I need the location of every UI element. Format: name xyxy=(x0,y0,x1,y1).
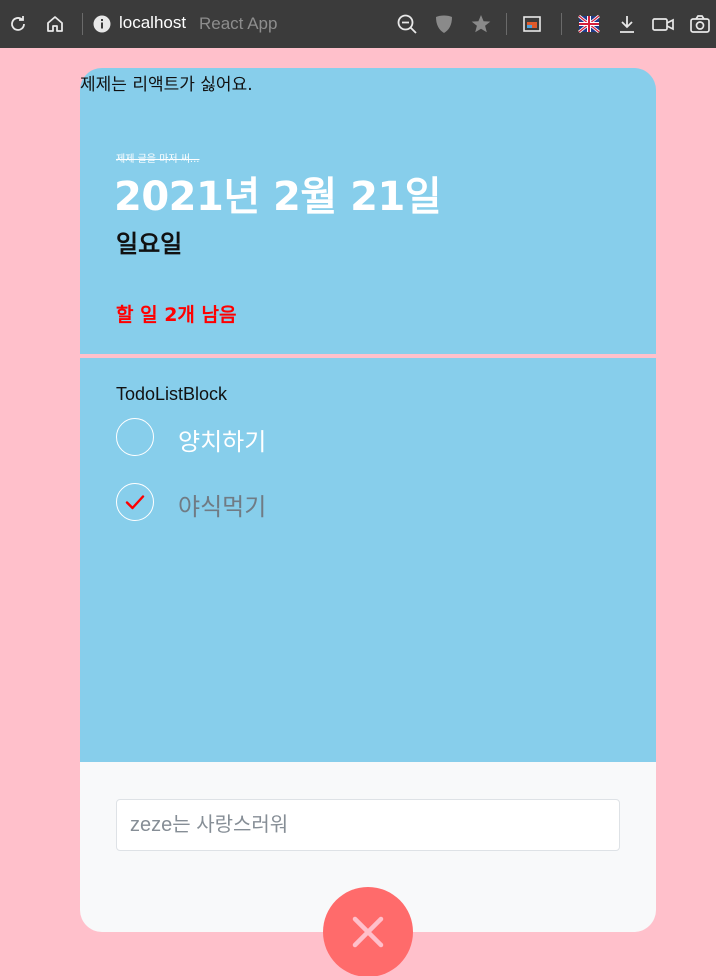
day-label: 일요일 xyxy=(116,230,183,258)
info-icon[interactable] xyxy=(90,12,114,36)
check-circle[interactable] xyxy=(116,483,154,521)
screenshot-icon[interactable] xyxy=(688,12,712,36)
browser-toolbar: localhost React App xyxy=(0,0,716,48)
todo-item[interactable]: 양치하기 xyxy=(116,418,636,458)
tab-title: React App xyxy=(199,14,278,33)
star-icon[interactable] xyxy=(469,12,493,36)
reload-icon[interactable] xyxy=(6,12,30,36)
close-form-button[interactable] xyxy=(323,887,413,976)
todo-item[interactable]: 야식먹기 xyxy=(116,483,636,523)
toolbar-separator xyxy=(506,13,507,35)
download-icon[interactable] xyxy=(615,12,639,36)
toolbar-separator xyxy=(82,13,83,35)
todo-text: 양치하기 xyxy=(178,428,267,456)
tasks-left-count: 할 일 2개 남음 xyxy=(116,304,237,326)
extension-icon[interactable] xyxy=(520,12,544,36)
close-icon xyxy=(351,915,385,949)
home-icon[interactable] xyxy=(43,12,67,36)
todo-text: 야식먹기 xyxy=(178,493,267,521)
todo-template: 제제 글을 마저 써... 2021년 2월 21일 일요일 할 일 2개 남음… xyxy=(80,68,656,932)
flag-icon[interactable] xyxy=(577,12,601,36)
address-host[interactable]: localhost xyxy=(119,13,186,33)
camera-icon[interactable] xyxy=(651,12,675,36)
top-caption: 제제는 리액트가 싫어요. xyxy=(80,75,253,95)
strike-note: 제제 글을 마저 써... xyxy=(116,154,200,165)
todo-input[interactable] xyxy=(116,799,620,851)
todo-list: TodoListBlock 양치하기 야식먹기 xyxy=(80,358,656,762)
check-circle[interactable] xyxy=(116,418,154,456)
toolbar-separator xyxy=(561,13,562,35)
checkmark-icon xyxy=(124,491,146,513)
date-heading: 2021년 2월 21일 xyxy=(114,174,442,220)
zoom-out-icon[interactable] xyxy=(395,12,419,36)
list-label: TodoListBlock xyxy=(116,384,228,404)
todo-head: 제제 글을 마저 써... 2021년 2월 21일 일요일 할 일 2개 남음 xyxy=(80,68,656,354)
shield-icon[interactable] xyxy=(432,12,456,36)
